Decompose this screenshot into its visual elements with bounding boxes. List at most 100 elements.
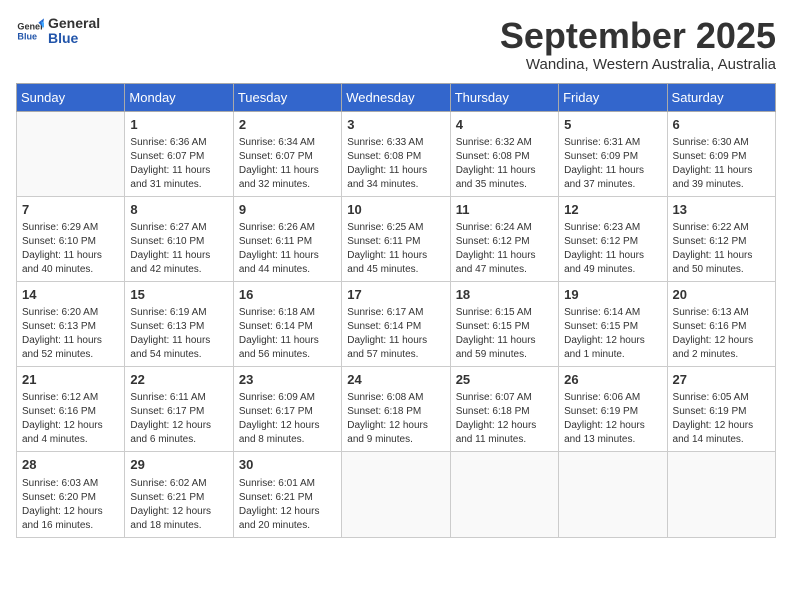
day-number: 7 xyxy=(22,201,119,219)
day-number: 13 xyxy=(673,201,770,219)
day-number: 9 xyxy=(239,201,336,219)
calendar-cell: 6Sunrise: 6:30 AMSunset: 6:09 PMDaylight… xyxy=(667,111,775,196)
weekday-header-thursday: Thursday xyxy=(450,83,558,111)
day-info: Sunrise: 6:33 AMSunset: 6:08 PMDaylight:… xyxy=(347,136,444,192)
day-number: 21 xyxy=(22,371,119,389)
day-info: Sunrise: 6:08 AMSunset: 6:18 PMDaylight:… xyxy=(347,391,444,447)
day-number: 27 xyxy=(673,371,770,389)
calendar-cell xyxy=(342,452,450,537)
day-info: Sunrise: 6:31 AMSunset: 6:09 PMDaylight:… xyxy=(564,136,661,192)
calendar-cell: 10Sunrise: 6:25 AMSunset: 6:11 PMDayligh… xyxy=(342,196,450,281)
calendar-cell: 18 Sunrise: 6:15 AMSunset: 6:15 PMDayligh… xyxy=(450,281,558,366)
day-info: Sunrise: 6:05 AMSunset: 6:19 PMDaylight:… xyxy=(673,391,770,447)
calendar-cell: 24Sunrise: 6:08 AMSunset: 6:18 PMDayligh… xyxy=(342,367,450,452)
day-number: 22 xyxy=(130,371,227,389)
calendar-cell: 30 Sunrise: 6:01 AMSunset: 6:21 PMDayligh… xyxy=(233,452,341,537)
calendar-week-4: 21 Sunrise: 6:12 AMSunset: 6:16 PMDayligh… xyxy=(17,367,776,452)
day-info: Sunrise: 6:14 AMSunset: 6:15 PMDaylight:… xyxy=(564,306,661,362)
calendar-cell: 2 Sunrise: 6:34 AMSunset: 6:07 PMDaylight… xyxy=(233,111,341,196)
day-number: 17 xyxy=(347,286,444,304)
weekday-header-sunday: Sunday xyxy=(17,83,125,111)
calendar-cell: 26 Sunrise: 6:06 AMSunset: 6:19 PMDayligh… xyxy=(559,367,667,452)
calendar-cell: 20 Sunrise: 6:13 AMSunset: 6:16 PMDayligh… xyxy=(667,281,775,366)
day-info: Sunrise: 6:34 AMSunset: 6:07 PMDaylight:… xyxy=(239,136,336,192)
day-number: 16 xyxy=(239,286,336,304)
day-info: Sunrise: 6:01 AMSunset: 6:21 PMDaylight:… xyxy=(239,477,336,533)
calendar-cell: 17 Sunrise: 6:17 AMSunset: 6:14 PMDayligh… xyxy=(342,281,450,366)
month-title: September 2025 xyxy=(500,16,776,56)
day-number: 20 xyxy=(673,286,770,304)
calendar-cell: 13 Sunrise: 6:22 AMSunset: 6:12 PMDayligh… xyxy=(667,196,775,281)
calendar-cell: 4 Sunrise: 6:32 AMSunset: 6:08 PMDaylight… xyxy=(450,111,558,196)
day-number: 8 xyxy=(130,201,227,219)
logo-blue-text: Blue xyxy=(48,31,100,46)
calendar-table: SundayMondayTuesdayWednesdayThursdayFrid… xyxy=(16,83,776,538)
day-info: Sunrise: 6:07 AMSunset: 6:18 PMDaylight:… xyxy=(456,391,553,447)
day-number: 2 xyxy=(239,116,336,134)
calendar-cell: 19Sunrise: 6:14 AMSunset: 6:15 PMDayligh… xyxy=(559,281,667,366)
day-info: Sunrise: 6:32 AMSunset: 6:08 PMDaylight:… xyxy=(456,136,553,192)
calendar-week-1: 1Sunrise: 6:36 AMSunset: 6:07 PMDaylight… xyxy=(17,111,776,196)
day-info: Sunrise: 6:27 AMSunset: 6:10 PMDaylight:… xyxy=(130,221,227,277)
calendar-cell: 5Sunrise: 6:31 AMSunset: 6:09 PMDaylight… xyxy=(559,111,667,196)
location-subtitle: Wandina, Western Australia, Australia xyxy=(500,56,776,73)
calendar-cell: 29Sunrise: 6:02 AMSunset: 6:21 PMDayligh… xyxy=(125,452,233,537)
day-info: Sunrise: 6:02 AMSunset: 6:21 PMDaylight:… xyxy=(130,477,227,533)
svg-text:Blue: Blue xyxy=(17,32,37,42)
weekday-header-saturday: Saturday xyxy=(667,83,775,111)
day-info: Sunrise: 6:23 AMSunset: 6:12 PMDaylight:… xyxy=(564,221,661,277)
calendar-cell: 28Sunrise: 6:03 AMSunset: 6:20 PMDayligh… xyxy=(17,452,125,537)
weekday-header-wednesday: Wednesday xyxy=(342,83,450,111)
day-number: 3 xyxy=(347,116,444,134)
day-number: 18 xyxy=(456,286,553,304)
title-block: September 2025 Wandina, Western Australi… xyxy=(500,16,776,73)
day-number: 11 xyxy=(456,201,553,219)
weekday-header-tuesday: Tuesday xyxy=(233,83,341,111)
calendar-cell: 14 Sunrise: 6:20 AMSunset: 6:13 PMDayligh… xyxy=(17,281,125,366)
day-info: Sunrise: 6:29 AMSunset: 6:10 PMDaylight:… xyxy=(22,221,119,277)
day-info: Sunrise: 6:11 AMSunset: 6:17 PMDaylight:… xyxy=(130,391,227,447)
day-info: Sunrise: 6:18 AMSunset: 6:14 PMDaylight:… xyxy=(239,306,336,362)
day-number: 12 xyxy=(564,201,661,219)
calendar-cell xyxy=(559,452,667,537)
calendar-week-5: 28Sunrise: 6:03 AMSunset: 6:20 PMDayligh… xyxy=(17,452,776,537)
calendar-cell xyxy=(450,452,558,537)
calendar-cell: 8 Sunrise: 6:27 AMSunset: 6:10 PMDaylight… xyxy=(125,196,233,281)
day-number: 26 xyxy=(564,371,661,389)
calendar-cell: 12 Sunrise: 6:23 AMSunset: 6:12 PMDayligh… xyxy=(559,196,667,281)
day-number: 14 xyxy=(22,286,119,304)
weekday-header-friday: Friday xyxy=(559,83,667,111)
day-info: Sunrise: 6:09 AMSunset: 6:17 PMDaylight:… xyxy=(239,391,336,447)
day-info: Sunrise: 6:12 AMSunset: 6:16 PMDaylight:… xyxy=(22,391,119,447)
day-number: 15 xyxy=(130,286,227,304)
day-number: 10 xyxy=(347,201,444,219)
day-info: Sunrise: 6:15 AMSunset: 6:15 PMDaylight:… xyxy=(456,306,553,362)
calendar-cell: 7 Sunrise: 6:29 AMSunset: 6:10 PMDaylight… xyxy=(17,196,125,281)
calendar-cell: 25 Sunrise: 6:07 AMSunset: 6:18 PMDayligh… xyxy=(450,367,558,452)
day-info: Sunrise: 6:19 AMSunset: 6:13 PMDaylight:… xyxy=(130,306,227,362)
calendar-cell: 22 Sunrise: 6:11 AMSunset: 6:17 PMDayligh… xyxy=(125,367,233,452)
logo-general-text: General xyxy=(48,16,100,31)
calendar-header: SundayMondayTuesdayWednesdayThursdayFrid… xyxy=(17,83,776,111)
calendar-week-2: 7 Sunrise: 6:29 AMSunset: 6:10 PMDaylight… xyxy=(17,196,776,281)
day-number: 23 xyxy=(239,371,336,389)
calendar-cell: 11Sunrise: 6:24 AMSunset: 6:12 PMDayligh… xyxy=(450,196,558,281)
day-info: Sunrise: 6:17 AMSunset: 6:14 PMDaylight:… xyxy=(347,306,444,362)
day-number: 30 xyxy=(239,456,336,474)
day-info: Sunrise: 6:03 AMSunset: 6:20 PMDaylight:… xyxy=(22,477,119,533)
calendar-cell xyxy=(667,452,775,537)
calendar-cell: 9Sunrise: 6:26 AMSunset: 6:11 PMDaylight… xyxy=(233,196,341,281)
calendar-cell: 3 Sunrise: 6:33 AMSunset: 6:08 PMDaylight… xyxy=(342,111,450,196)
day-info: Sunrise: 6:20 AMSunset: 6:13 PMDaylight:… xyxy=(22,306,119,362)
day-number: 4 xyxy=(456,116,553,134)
calendar-week-3: 14 Sunrise: 6:20 AMSunset: 6:13 PMDayligh… xyxy=(17,281,776,366)
day-number: 25 xyxy=(456,371,553,389)
day-info: Sunrise: 6:13 AMSunset: 6:16 PMDaylight:… xyxy=(673,306,770,362)
day-number: 6 xyxy=(673,116,770,134)
day-info: Sunrise: 6:06 AMSunset: 6:19 PMDaylight:… xyxy=(564,391,661,447)
calendar-cell: 27 Sunrise: 6:05 AMSunset: 6:19 PMDayligh… xyxy=(667,367,775,452)
calendar-cell: 23 Sunrise: 6:09 AMSunset: 6:17 PMDayligh… xyxy=(233,367,341,452)
logo: General Blue General Blue xyxy=(16,16,100,47)
calendar-cell: 21 Sunrise: 6:12 AMSunset: 6:16 PMDayligh… xyxy=(17,367,125,452)
day-info: Sunrise: 6:22 AMSunset: 6:12 PMDaylight:… xyxy=(673,221,770,277)
